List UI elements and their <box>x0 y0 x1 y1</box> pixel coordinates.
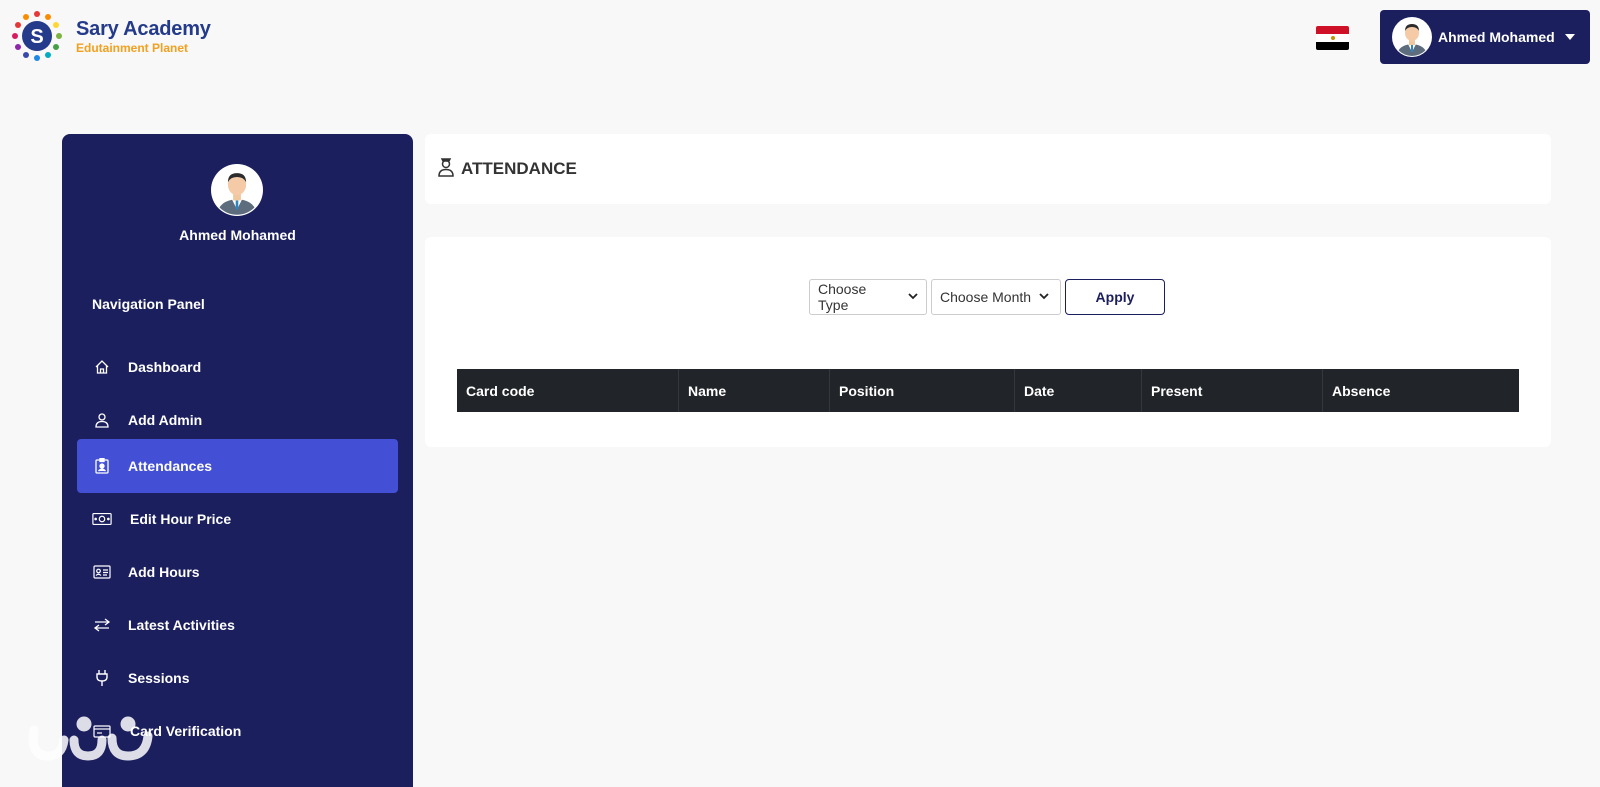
sidebar-item-sessions[interactable]: Sessions <box>77 651 398 705</box>
sidebar-item-add-hours[interactable]: Add Hours <box>77 545 398 599</box>
logo-letter: S <box>30 26 43 48</box>
sidebar-item-label: Add Admin <box>128 412 203 428</box>
sidebar-item-latest-activities[interactable]: Latest Activities <box>77 598 398 652</box>
filter-bar: Choose Type Choose Month Apply <box>809 279 1165 315</box>
sidebar-item-label: Attendances <box>128 458 213 474</box>
sidebar-item-label: Edit Hour Price <box>130 511 232 527</box>
watermark-logo <box>24 712 164 768</box>
type-select[interactable]: Choose Type <box>809 279 927 315</box>
brand-name: Sary Academy <box>76 17 211 40</box>
id-card-icon <box>92 562 112 582</box>
sidebar-item-label: Add Hours <box>128 564 200 580</box>
id-badge-icon <box>92 456 112 476</box>
sidebar-item-dashboard[interactable]: Dashboard <box>77 340 398 394</box>
page-title: ATTENDANCE <box>461 159 577 178</box>
brand-logo[interactable]: S Sary Academy Edutainment Planet <box>10 9 211 63</box>
chevron-down-icon <box>1564 34 1575 40</box>
column-header-position[interactable]: Position <box>830 369 1015 412</box>
chevron-down-icon <box>908 292 918 303</box>
month-select[interactable]: Choose Month <box>931 279 1061 315</box>
column-header-date[interactable]: Date <box>1015 369 1142 412</box>
sary-logo-icon: S <box>10 9 64 63</box>
plug-icon <box>92 668 112 688</box>
sidebar-item-label: Dashboard <box>128 359 202 375</box>
home-icon <box>92 357 112 377</box>
sidebar-item-label: Latest Activities <box>128 617 235 633</box>
sidebar-item-edit-hour-price[interactable]: Edit Hour Price <box>77 492 398 546</box>
sidebar-item-attendances[interactable]: Attendances <box>77 439 398 493</box>
user-clock-icon <box>437 157 455 182</box>
column-header-name[interactable]: Name <box>679 369 830 412</box>
top-bar: S Sary Academy Edutainment Planet Ahmed … <box>0 0 1600 76</box>
sidebar-heading: Navigation Panel <box>92 296 205 312</box>
user-menu-button[interactable]: Ahmed Mohamed <box>1380 10 1590 64</box>
column-header-absence[interactable]: Absence <box>1323 369 1519 412</box>
header-user-name: Ahmed Mohamed <box>1438 29 1555 45</box>
user-icon <box>92 410 112 430</box>
avatar <box>211 164 263 216</box>
attendance-panel: Choose Type Choose Month Apply Card code… <box>425 237 1551 447</box>
apply-button[interactable]: Apply <box>1065 279 1165 315</box>
sidebar: Ahmed Mohamed Navigation Panel Dashboard… <box>62 134 413 787</box>
sidebar-item-label: Sessions <box>128 670 190 686</box>
column-header-card-code[interactable]: Card code <box>457 369 679 412</box>
arrows-exchange-icon <box>92 615 112 635</box>
brand-tagline: Edutainment Planet <box>76 40 189 55</box>
page-header: ATTENDANCE <box>425 134 1551 204</box>
chevron-down-icon <box>1039 292 1049 303</box>
sidebar-user-name: Ahmed Mohamed <box>179 227 296 243</box>
avatar <box>1392 17 1432 57</box>
type-select-value: Choose Type <box>818 281 867 313</box>
attendance-table-header: Card code Name Position Date Present Abs… <box>457 369 1519 412</box>
month-select-value: Choose Month <box>940 289 1032 305</box>
column-header-present[interactable]: Present <box>1142 369 1323 412</box>
egypt-flag-icon[interactable] <box>1316 26 1349 50</box>
cash-icon <box>92 509 112 529</box>
